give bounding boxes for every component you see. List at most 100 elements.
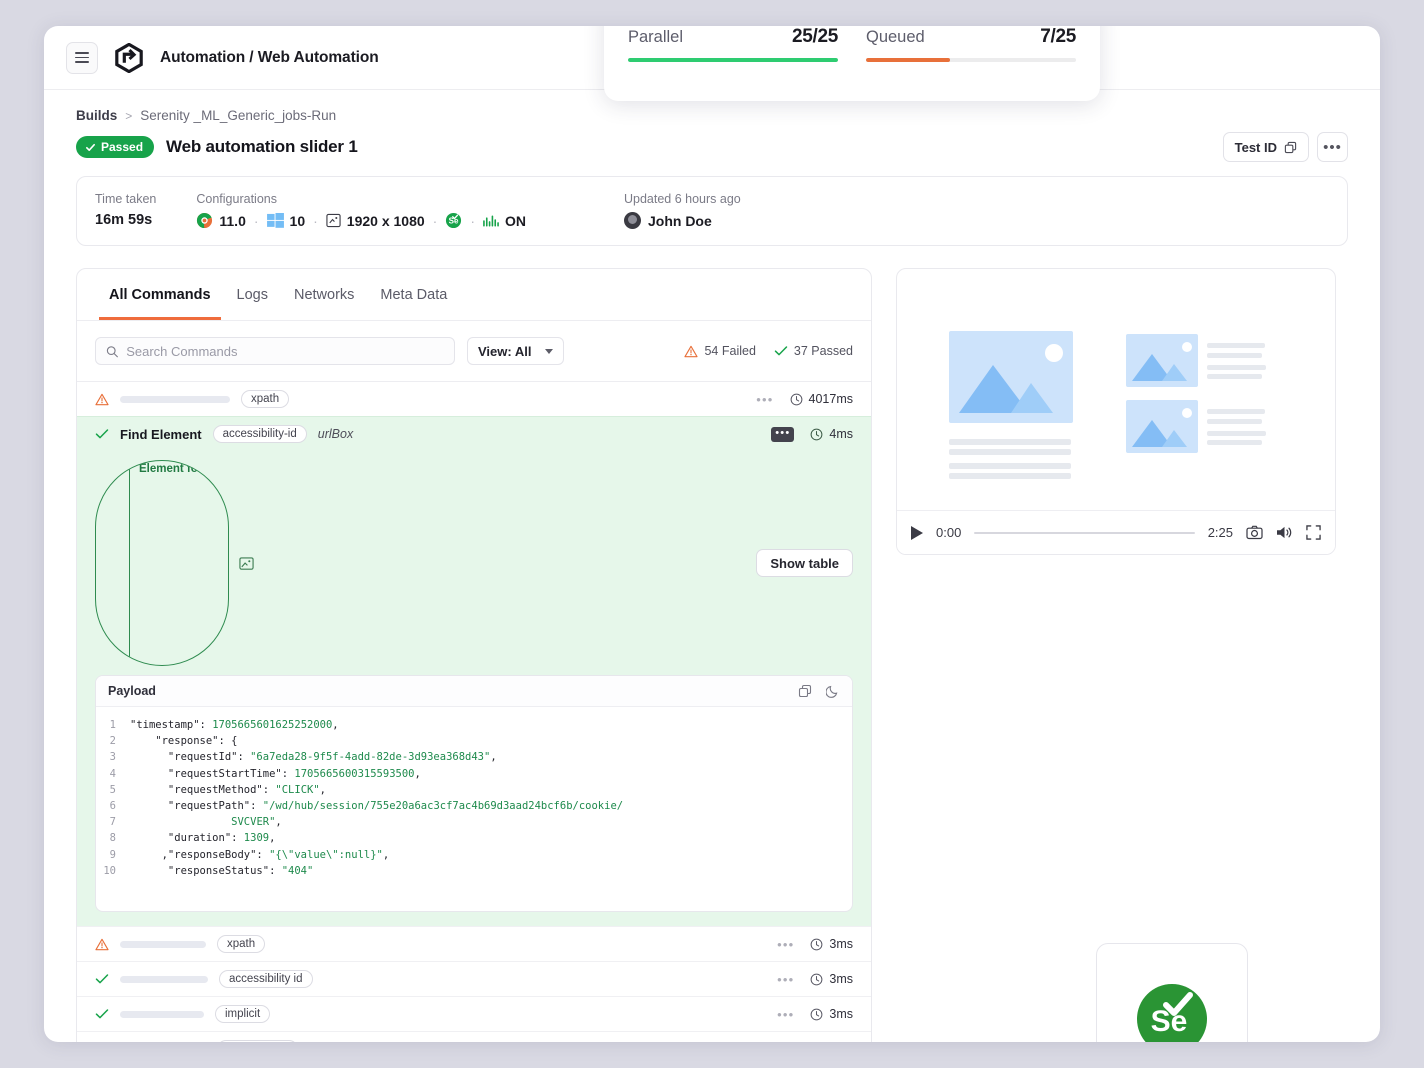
payload-header: Payload [96, 676, 852, 707]
selenium-logo-card: Se [1096, 943, 1248, 1042]
image-icon[interactable] [239, 556, 254, 571]
payload-line-number: 5 [96, 782, 130, 798]
row-more-icon[interactable]: ••• [756, 393, 773, 406]
command-counts: 54 Failed 37 Passed [684, 344, 853, 358]
stat-queued: Queued 7/25 [866, 26, 1076, 83]
stat-queued-track [866, 58, 1076, 62]
payload-code-line: 6 "requestPath": "/wd/hub/session/755e20… [96, 798, 852, 814]
row-duration: 4017ms [790, 392, 853, 406]
row-more-icon[interactable]: ••• [771, 427, 794, 442]
view-filter-label: View: All [478, 344, 531, 359]
row-more-icon[interactable]: ••• [777, 973, 794, 986]
command-locator-chip: xpath [217, 935, 265, 953]
payload-code-line: 5 "requestMethod": "CLICK", [96, 782, 852, 798]
network-icon [483, 214, 499, 228]
command-name-placeholder [120, 941, 206, 948]
payload-line-number: 7 [96, 814, 130, 830]
app-window: Automation / Web Automation Parallel 25/… [44, 26, 1380, 1042]
clock-icon [810, 938, 823, 951]
test-id-button[interactable]: Test ID [1223, 132, 1309, 162]
view-filter-select[interactable]: View: All [467, 337, 564, 365]
config-separator-1: · [254, 213, 259, 229]
table-row[interactable]: accessibility id•••3ms [77, 961, 871, 996]
stat-parallel-value: 25/25 [792, 26, 838, 48]
more-options-button[interactable]: ••• [1317, 132, 1348, 162]
table-row[interactable]: css selector•••3ms [77, 1031, 871, 1042]
search-icon [106, 345, 118, 358]
command-locator-chip: implicit [215, 1005, 270, 1023]
placeholder-line [949, 463, 1071, 469]
selected-command-target: urlBox [318, 427, 353, 441]
lambdatest-logo-icon [112, 41, 146, 75]
payload-line-number: 4 [96, 766, 130, 782]
commands-panel: All Commands Logs Networks Meta Data [76, 268, 872, 1042]
search-commands-box[interactable] [95, 337, 455, 365]
payload-line-text: "requestPath": "/wd/hub/session/755e20a6… [130, 798, 623, 814]
command-name-placeholder [120, 1011, 204, 1018]
result-status-pill: 200 Element found [95, 460, 229, 666]
payload-line-number: 10 [96, 863, 130, 879]
row-more-icon[interactable]: ••• [777, 1008, 794, 1021]
tab-meta-data[interactable]: Meta Data [370, 269, 457, 320]
moon-icon[interactable] [826, 684, 840, 698]
table-row[interactable]: xpath ••• 4017ms [77, 381, 871, 416]
placeholder-line [949, 439, 1071, 445]
placeholder-line [1207, 343, 1265, 348]
mountain-icon [1126, 400, 1198, 453]
placeholder-line [1207, 353, 1262, 358]
table-row[interactable]: implicit•••3ms [77, 996, 871, 1031]
selenium-icon: Se [445, 212, 462, 229]
payload-line-number: 2 [96, 733, 130, 749]
command-locator-chip: xpath [241, 390, 289, 408]
tab-bar: All Commands Logs Networks Meta Data [77, 269, 871, 321]
result-strip: 200 Element found Show table [77, 451, 871, 675]
configurations-label: Configurations [196, 192, 526, 206]
firefox-icon [196, 212, 213, 229]
play-icon[interactable] [911, 526, 923, 540]
tab-networks[interactable]: Networks [284, 269, 364, 320]
fullscreen-icon[interactable] [1306, 525, 1321, 540]
stat-queued-fill [866, 58, 950, 62]
placeholder-line [1207, 409, 1265, 414]
config-resolution-value: 1920 x 1080 [347, 213, 425, 229]
preview-placeholder [897, 269, 1335, 510]
config-browser: 11.0 [196, 212, 245, 229]
payload-code-line: 4 "requestStartTime": 170566560031559350… [96, 766, 852, 782]
tab-logs[interactable]: Logs [227, 269, 278, 320]
command-locator-chip: css selector [217, 1040, 298, 1042]
config-resolution: 1920 x 1080 [326, 213, 425, 229]
failed-count-label: 54 Failed [704, 344, 755, 358]
config-browser-version: 11.0 [219, 213, 245, 229]
stats-card: Parallel 25/25 Queued 7/25 [604, 26, 1100, 101]
video-preview: 0:00 2:25 [896, 268, 1336, 555]
show-table-button[interactable]: Show table [756, 549, 853, 577]
payload-code-line: 1"timestamp": 1705665601625252000, [96, 717, 852, 733]
config-network-state: ON [505, 213, 526, 229]
breadcrumb-current[interactable]: Serenity _ML_Generic_jobs-Run [140, 108, 336, 123]
title-actions: Test ID ••• [1223, 132, 1348, 162]
time-taken-value: 16m 59s [95, 212, 156, 228]
breadcrumb-root[interactable]: Builds [76, 108, 117, 123]
volume-icon[interactable] [1276, 525, 1293, 540]
table-row[interactable]: xpath•••3ms [77, 926, 871, 961]
seek-bar[interactable] [974, 532, 1194, 534]
payload-line-number: 3 [96, 749, 130, 765]
copy-icon[interactable] [798, 684, 812, 698]
status-badge-label: Passed [101, 140, 143, 154]
selenium-logo-icon: Se [1132, 979, 1212, 1042]
camera-icon[interactable] [1246, 525, 1263, 540]
tab-all-commands[interactable]: All Commands [99, 269, 221, 320]
hamburger-icon[interactable] [66, 42, 98, 74]
content-area: Builds > Serenity _ML_Generic_jobs-Run P… [44, 90, 1380, 1042]
placeholder-line [1207, 419, 1262, 424]
payload-line-text: ,"responseBody": "{\"value\":null}", [130, 847, 389, 863]
table-row-selected[interactable]: Find Element accessibility-id urlBox •••… [77, 416, 871, 451]
resolution-icon [326, 213, 341, 228]
config-separator-4: · [470, 213, 475, 229]
row-more-icon[interactable]: ••• [777, 938, 794, 951]
placeholder-line [1207, 440, 1262, 445]
search-input[interactable] [126, 344, 444, 359]
payload-code-line: 2 "response": { [96, 733, 852, 749]
selected-row-actions: ••• 4ms [771, 427, 853, 442]
selected-command-name: Find Element [120, 427, 202, 442]
